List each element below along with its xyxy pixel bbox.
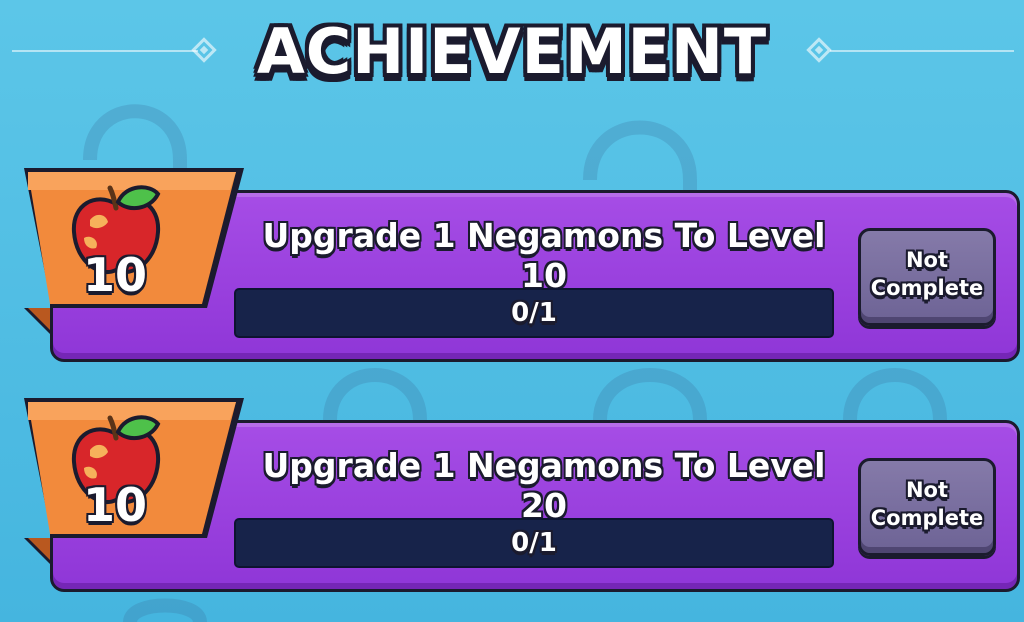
progress-bar: 0/1 (234, 288, 834, 338)
not-complete-button[interactable]: Not Complete (858, 458, 996, 556)
status-button-label: Not Complete (870, 248, 984, 300)
progress-text: 0/1 (511, 298, 557, 328)
not-complete-button[interactable]: Not Complete (858, 228, 996, 326)
reward-amount: 10 (82, 248, 147, 302)
header: ACHIEVEMENT (0, 0, 1024, 100)
achievement-card: 10 Upgrade 1 Negamons To Level 10 0/1 No… (22, 168, 1020, 362)
progress-text: 0/1 (511, 528, 557, 558)
achievement-card: 10 Upgrade 1 Negamons To Level 20 0/1 No… (22, 398, 1020, 592)
page-title: ACHIEVEMENT (256, 15, 768, 88)
status-button-label: Not Complete (870, 478, 984, 530)
header-line-right (830, 50, 1014, 52)
achievement-title: Upgrade 1 Negamons To Level 20 (262, 446, 826, 525)
reward-amount: 10 (82, 478, 147, 532)
progress-bar: 0/1 (234, 518, 834, 568)
achievement-title: Upgrade 1 Negamons To Level 10 (262, 216, 826, 295)
